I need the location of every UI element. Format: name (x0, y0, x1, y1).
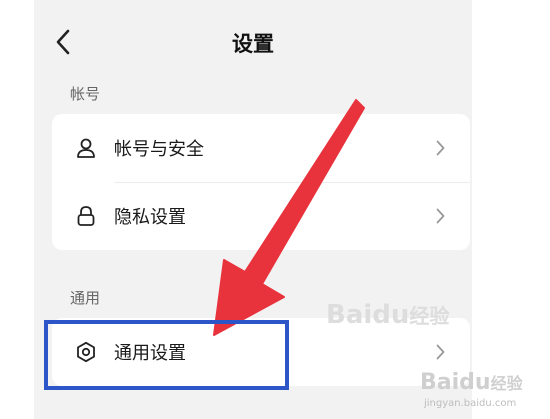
navigation-bar: 设置 (34, 0, 472, 80)
settings-item-label: 帐号与安全 (114, 139, 204, 160)
page-title: 设置 (232, 32, 274, 56)
settings-item-privacy[interactable]: 隐私设置 (52, 182, 470, 250)
gear-icon (74, 340, 98, 364)
section-label-account: 帐号 (70, 85, 101, 103)
chevron-right-icon (434, 207, 446, 225)
settings-item-general[interactable]: 通用设置 (52, 318, 470, 386)
chevron-right-icon (434, 139, 446, 157)
account-card: 帐号与安全 隐私设置 (52, 114, 470, 250)
settings-screen: 设置 帐号 帐号与安全 隐私设置 通用 通用设置 (34, 0, 472, 419)
chevron-right-icon (434, 343, 446, 361)
lock-icon (74, 204, 98, 228)
settings-item-label: 隐私设置 (114, 207, 186, 228)
general-card: 通用设置 (52, 318, 470, 386)
settings-item-label: 通用设置 (114, 343, 186, 364)
user-icon (74, 136, 98, 160)
settings-item-account-security[interactable]: 帐号与安全 (52, 114, 470, 182)
section-label-general: 通用 (70, 289, 101, 307)
